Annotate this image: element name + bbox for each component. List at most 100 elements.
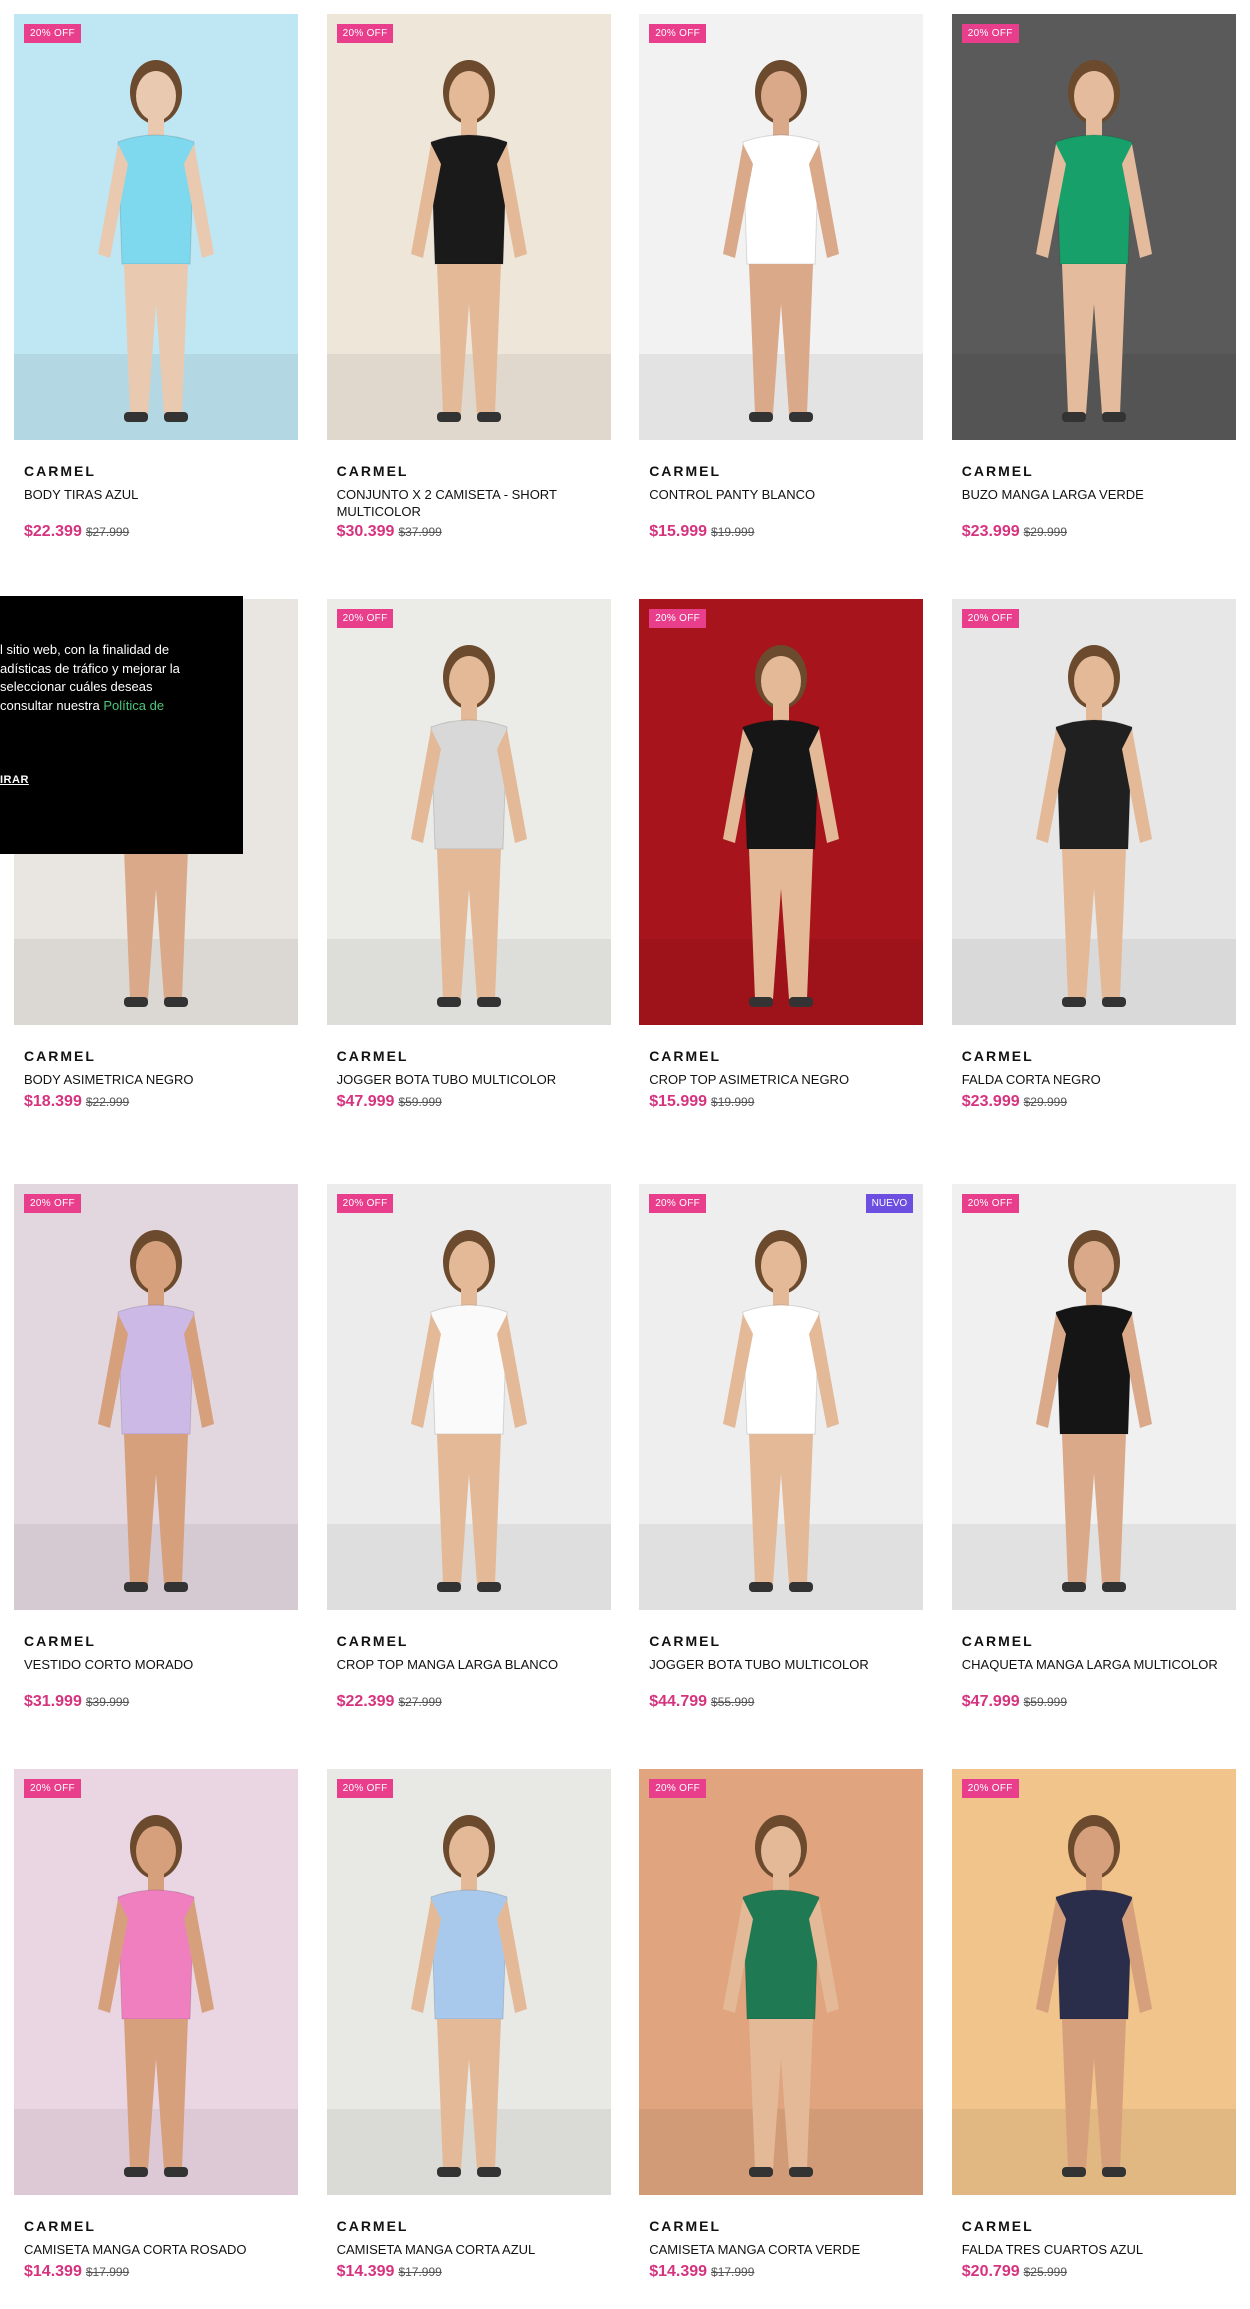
product-image[interactable]: 20% OFF: [951, 14, 1236, 440]
discount-badge: 20% OFF: [336, 24, 394, 43]
original-price: $37.999: [398, 525, 442, 539]
original-price: $27.999: [398, 1695, 442, 1709]
product-card[interactable]: 20% OFF CARMEL CHAQUETA MANGA LARGA MULTIC…: [951, 1184, 1236, 1769]
product-image[interactable]: 20% OFF: [326, 1184, 611, 1610]
sale-price: $47.999: [336, 1093, 395, 1110]
product-prices: $23.999 $29.999: [962, 1093, 1067, 1111]
product-photo: [326, 1769, 611, 2195]
product-image[interactable]: 20% OFF: [14, 14, 298, 440]
product-name[interactable]: CAMISETA MANGA CORTA AZUL: [337, 2241, 597, 2258]
product-photo: [14, 1769, 298, 2195]
product-name[interactable]: CROP TOP MANGA LARGA BLANCO: [337, 1656, 597, 1673]
product-name[interactable]: CHAQUETA MANGA LARGA MULTICOLOR: [962, 1656, 1222, 1673]
product-brand: CARMEL: [649, 2218, 722, 2234]
product-name[interactable]: CROP TOP ASIMETRICA NEGRO: [649, 1071, 909, 1088]
product-photo: [14, 14, 298, 440]
sale-price: $44.799: [649, 1693, 708, 1710]
product-image[interactable]: 20% OFF: [951, 1184, 1236, 1610]
original-price: $22.999: [85, 1095, 130, 1109]
product-image[interactable]: 20% OFF: [951, 1769, 1236, 2195]
product-prices: $20.799 $25.999: [962, 2263, 1067, 2281]
product-brand: CARMEL: [336, 463, 409, 479]
sale-price: $22.399: [24, 523, 82, 540]
product-name[interactable]: JOGGER BOTA TUBO MULTICOLOR: [649, 1656, 909, 1673]
product-card[interactable]: 20% OFF CARMEL BUZO MANGA LARGA VERDE $23.9…: [951, 14, 1236, 599]
original-price: $29.999: [1023, 1095, 1068, 1109]
discount-badge: 20% OFF: [961, 24, 1019, 43]
product-name[interactable]: JOGGER BOTA TUBO MULTICOLOR: [337, 1071, 597, 1088]
privacy-policy-link[interactable]: Política de: [103, 698, 164, 713]
product-card[interactable]: 20% OFF CARMEL CONTROL PANTY BLANCO $15.999…: [639, 14, 924, 599]
product-prices: $23.999 $29.999: [962, 523, 1067, 541]
discount-badge: 20% OFF: [336, 1779, 394, 1798]
product-image[interactable]: 20% OFF: [639, 1769, 924, 2195]
product-name[interactable]: BODY ASIMETRICA NEGRO: [24, 1071, 284, 1088]
product-card[interactable]: 20% OFF CARMEL CONJUNTO X 2 CAMISETA - SHO…: [326, 14, 611, 599]
product-photo: [951, 1184, 1236, 1610]
product-photo: [14, 1184, 298, 1610]
product-card[interactable]: 20% OFF CARMEL FALDA CORTA NEGRO $23.999 $29…: [951, 599, 1236, 1184]
product-name[interactable]: CAMISETA MANGA CORTA VERDE: [649, 2241, 909, 2258]
product-name[interactable]: CAMISETA MANGA CORTA ROSADO: [24, 2241, 284, 2258]
product-name[interactable]: FALDA TRES CUARTOS AZUL: [962, 2241, 1222, 2258]
product-prices: $22.399 $27.999: [24, 523, 129, 541]
sale-price: $14.399: [649, 2263, 708, 2280]
sale-price: $14.399: [24, 2263, 82, 2280]
product-image[interactable]: 20% OFF: [326, 599, 611, 1025]
product-prices: $15.999 $19.999: [649, 523, 754, 541]
product-name[interactable]: FALDA CORTA NEGRO: [962, 1071, 1222, 1088]
product-name[interactable]: BUZO MANGA LARGA VERDE: [962, 486, 1222, 503]
sale-price: $23.999: [961, 1093, 1020, 1110]
product-card[interactable]: 20% OFF CARMEL CAMISETA MANGA CORTA VERDE $…: [639, 1769, 924, 2309]
product-image[interactable]: 20% OFF: [14, 1184, 298, 1610]
product-image[interactable]: 20% OFF NUEVO: [639, 1184, 924, 1610]
cookie-text: l sitio web, con la finalidad de adístic…: [0, 642, 180, 713]
original-price: $17.999: [398, 2265, 442, 2279]
product-card[interactable]: 20% OFF CARMEL CAMISETA MANGA CORTA AZUL $1…: [326, 1769, 611, 2309]
product-card[interactable]: 20% OFF CARMEL JOGGER BOTA TUBO MULTICOLOR…: [326, 599, 611, 1184]
original-price: $59.999: [398, 1095, 442, 1109]
product-brand: CARMEL: [336, 1048, 409, 1064]
discount-badge: 20% OFF: [24, 1194, 81, 1213]
product-prices: $30.399 $37.999: [337, 523, 442, 541]
product-image[interactable]: 20% OFF: [326, 1769, 611, 2195]
product-image[interactable]: 20% OFF: [326, 14, 611, 440]
product-brand: CARMEL: [24, 1633, 96, 1649]
product-photo: [639, 1769, 924, 2195]
sale-price: $23.999: [961, 523, 1020, 540]
product-photo: [639, 599, 924, 1025]
product-image[interactable]: 20% OFF: [639, 14, 924, 440]
product-brand: CARMEL: [961, 463, 1034, 479]
discount-badge: 20% OFF: [649, 1194, 707, 1213]
product-name[interactable]: VESTIDO CORTO MORADO: [24, 1656, 284, 1673]
product-image[interactable]: 20% OFF: [951, 599, 1236, 1025]
product-image[interactable]: 20% OFF: [14, 1769, 298, 2195]
product-prices: $31.999 $39.999: [24, 1693, 129, 1711]
original-price: $25.999: [1023, 2265, 1068, 2279]
discount-badge: 20% OFF: [961, 1779, 1019, 1798]
product-name[interactable]: BODY TIRAS AZUL: [24, 486, 284, 503]
original-price: $27.999: [85, 525, 130, 539]
sale-price: $14.399: [336, 2263, 395, 2280]
product-prices: $47.999 $59.999: [337, 1093, 442, 1111]
product-card[interactable]: 20% OFF NUEVO CARMEL JOGGER BOTA TUBO MULTI…: [639, 1184, 924, 1769]
product-name[interactable]: CONTROL PANTY BLANCO: [649, 486, 909, 503]
original-price: $17.999: [85, 2265, 130, 2279]
original-price: $39.999: [85, 1695, 130, 1709]
discount-badge: 20% OFF: [961, 609, 1019, 628]
product-image[interactable]: 20% OFF: [639, 599, 924, 1025]
product-card[interactable]: 20% OFF CARMEL CROP TOP ASIMETRICA NEGRO $1…: [639, 599, 924, 1184]
cookie-configure-button[interactable]: IRAR: [0, 774, 29, 786]
product-name[interactable]: CONJUNTO X 2 CAMISETA - SHORT MULTICOLOR: [337, 486, 597, 520]
product-photo: [639, 14, 924, 440]
product-card[interactable]: 20% OFF CARMEL BODY TIRAS AZUL $22.399 $27.9…: [14, 14, 298, 599]
product-prices: $15.999 $19.999: [649, 1093, 754, 1111]
product-card[interactable]: 20% OFF CARMEL CROP TOP MANGA LARGA BLANCO…: [326, 1184, 611, 1769]
product-card[interactable]: 20% OFF CARMEL CAMISETA MANGA CORTA ROSADO…: [14, 1769, 298, 2309]
product-grid: 20% OFF CARMEL BODY TIRAS AZUL $22.399 $27.9…: [14, 14, 1236, 2309]
new-badge: NUEVO: [865, 1194, 914, 1213]
sale-price: $30.399: [336, 523, 395, 540]
original-price: $17.999: [711, 2265, 755, 2279]
product-card[interactable]: 20% OFF CARMEL FALDA TRES CUARTOS AZUL $20.…: [951, 1769, 1236, 2309]
product-card[interactable]: 20% OFF CARMEL VESTIDO CORTO MORADO $31.999…: [14, 1184, 298, 1769]
